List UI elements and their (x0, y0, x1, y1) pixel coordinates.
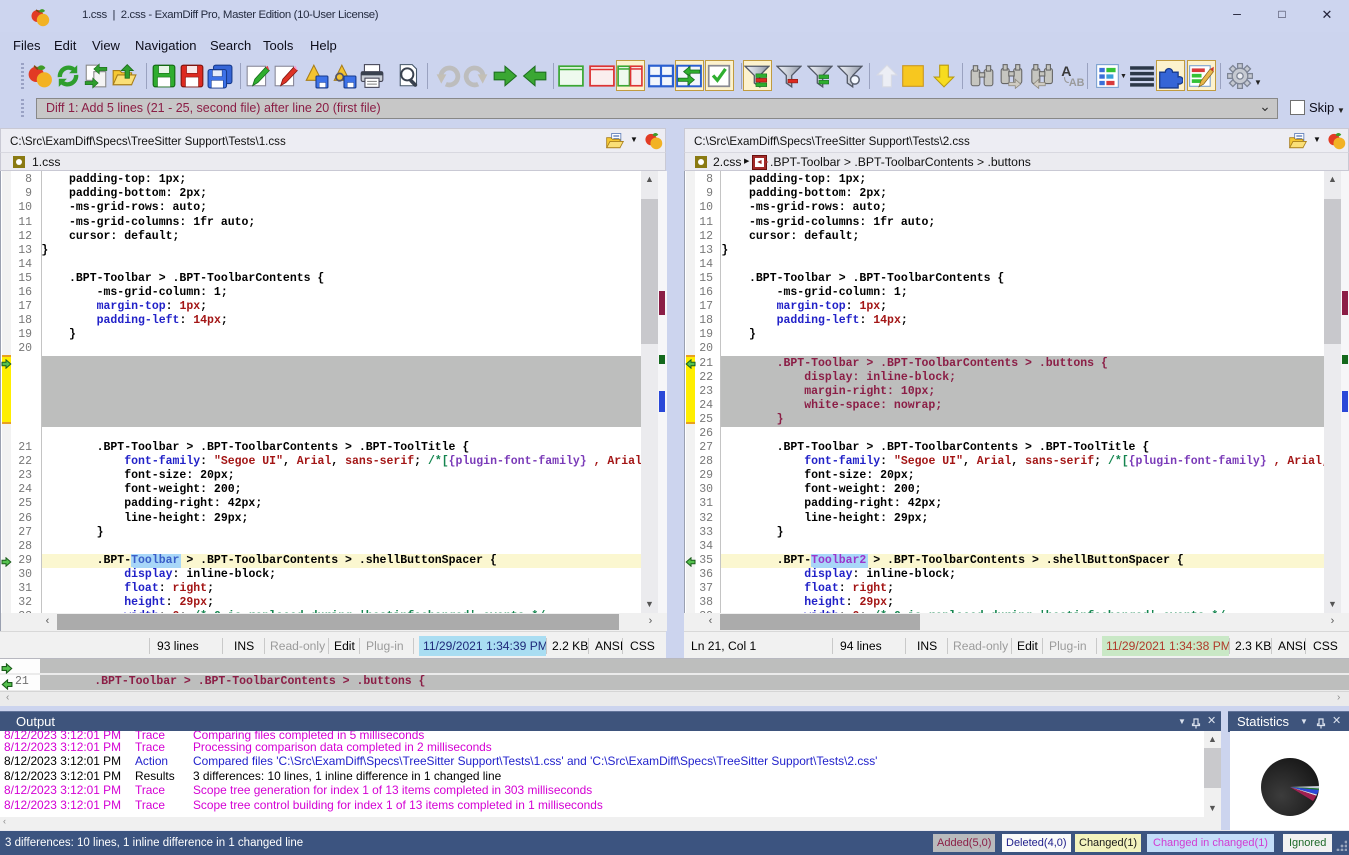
svg-text:AB: AB (1069, 77, 1084, 89)
